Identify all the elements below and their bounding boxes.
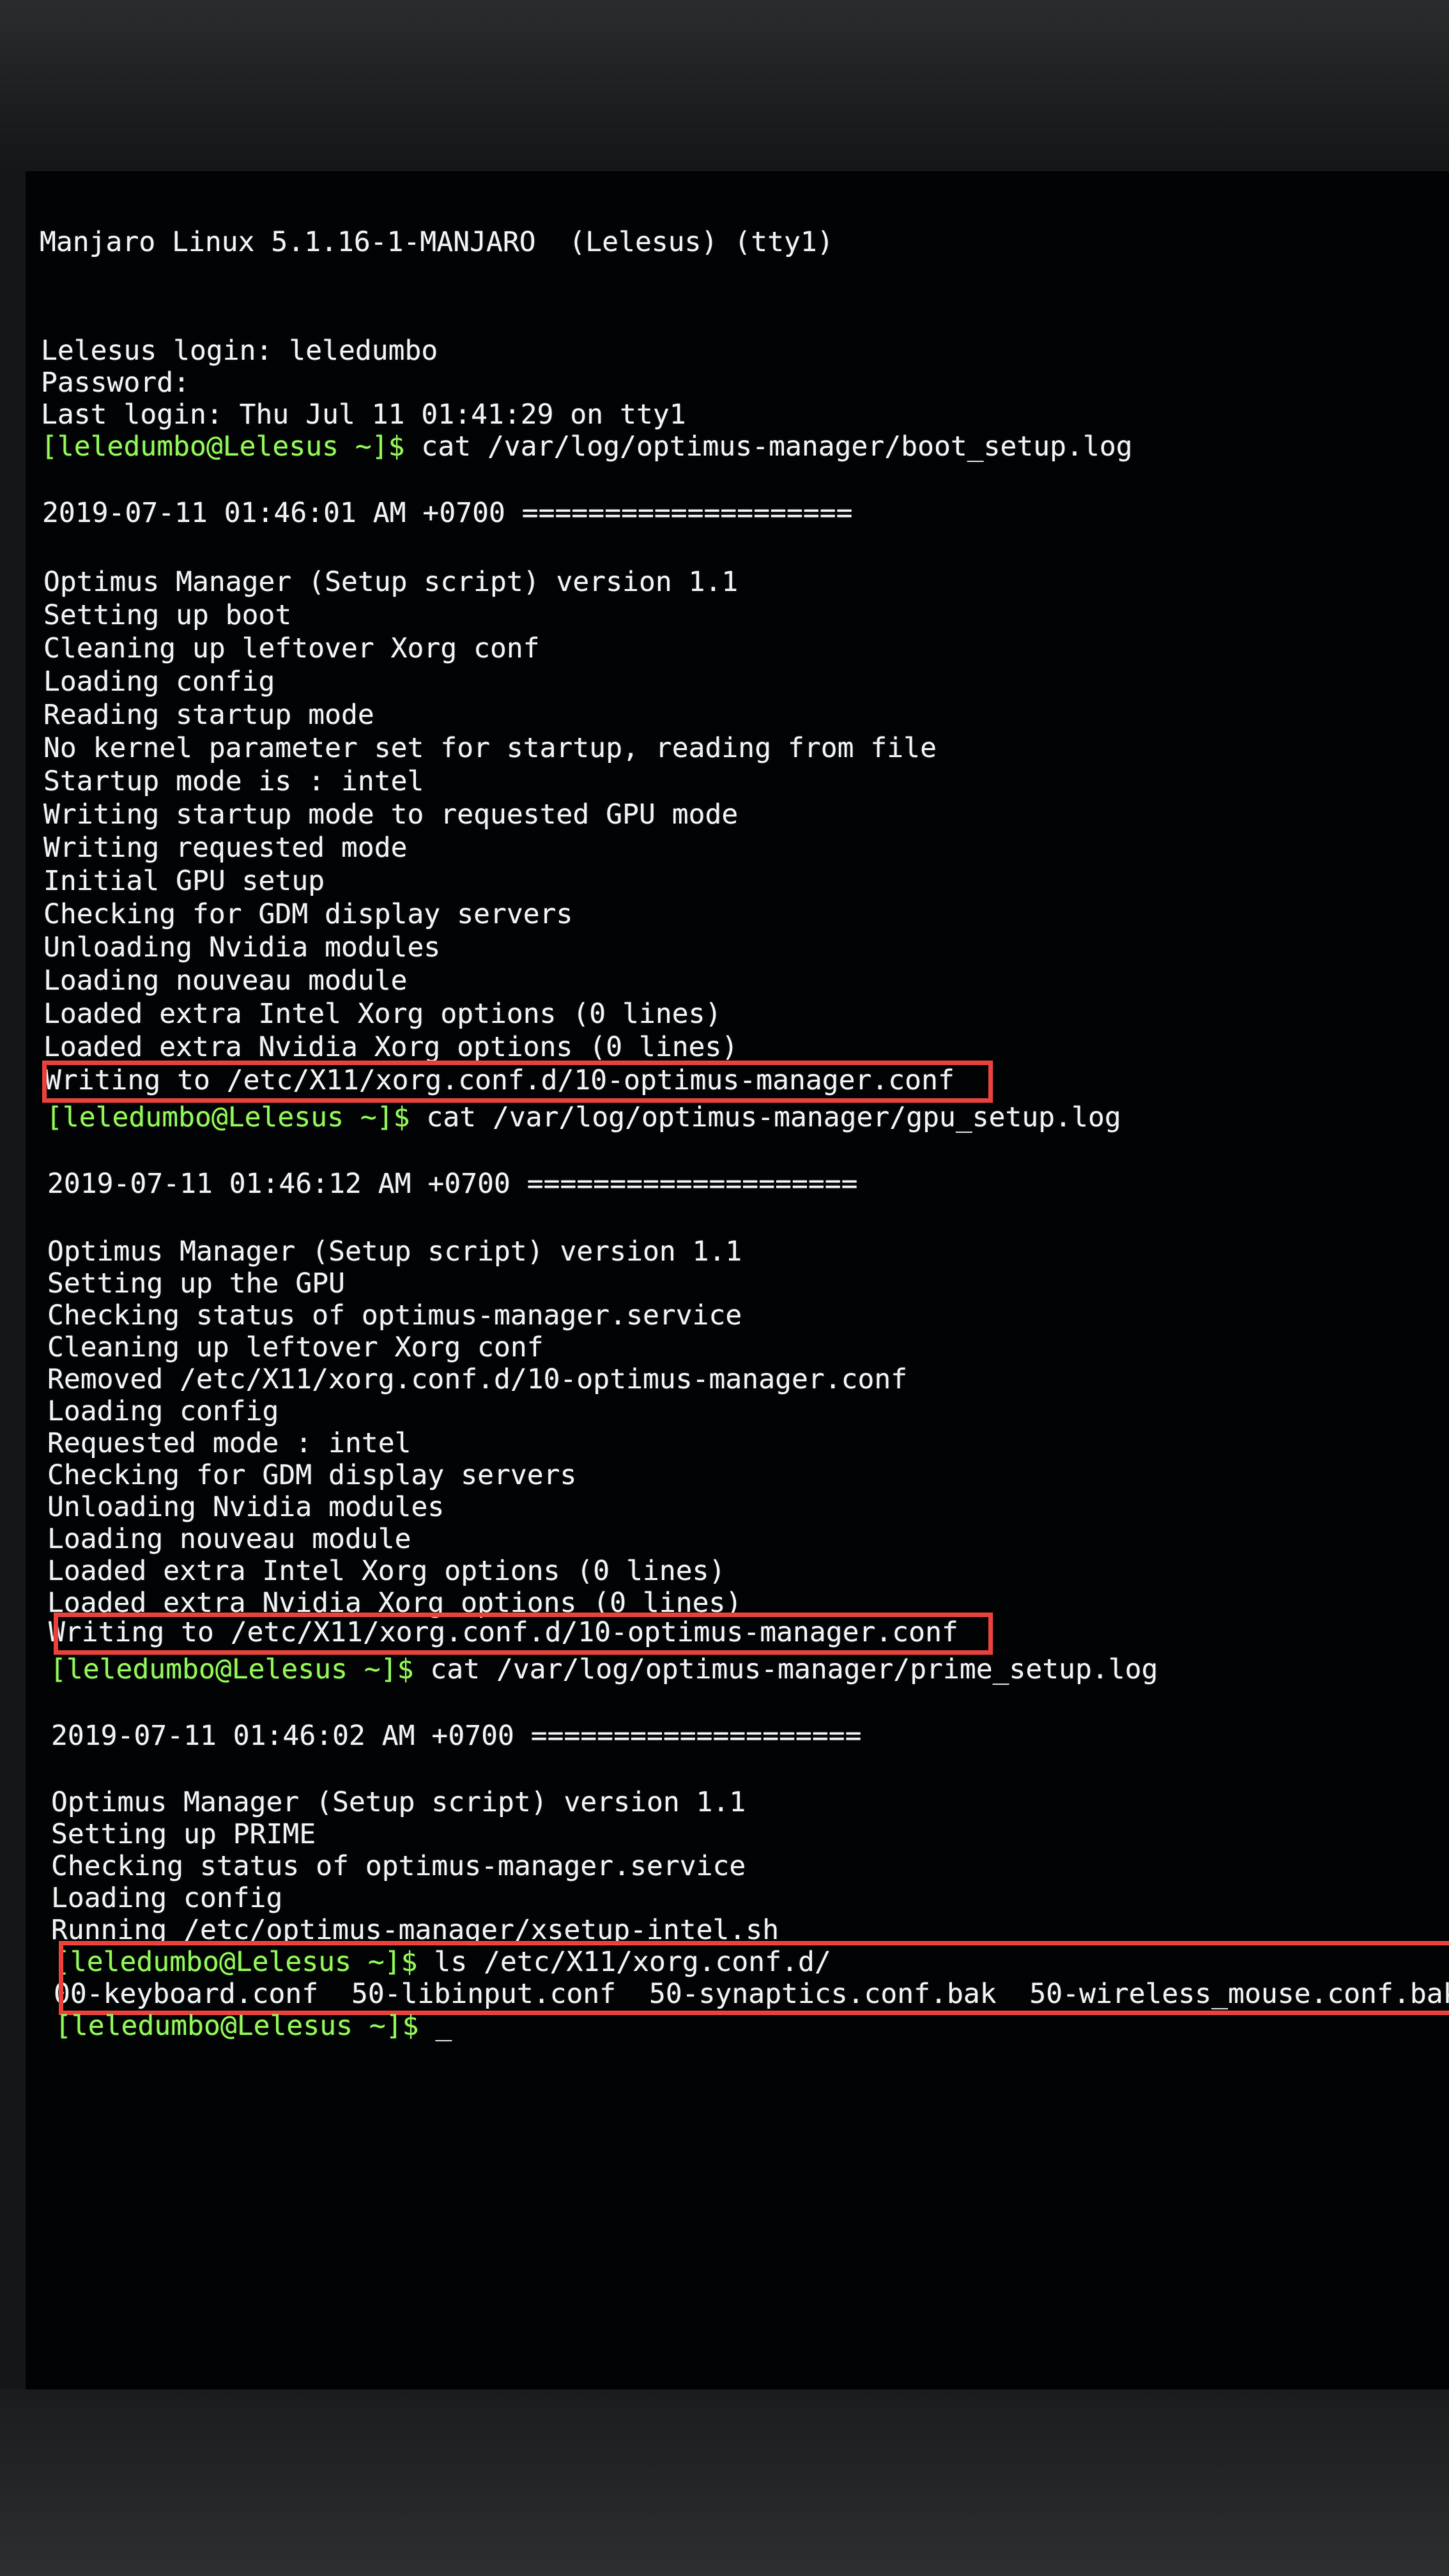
log-line: Checking for GDM display servers — [43, 898, 573, 930]
log-line: Cleaning up leftover Xorg conf — [43, 632, 540, 664]
log-line: Optimus Manager (Setup script) version 1… — [43, 566, 739, 598]
banner-line: Manjaro Linux 5.1.16-1-MANJARO (Lelesus)… — [40, 226, 834, 258]
command-line: [leledumbo@Lelesus ~]$ cat /var/log/opti… — [50, 1653, 1158, 1685]
command-text: cat /var/log/optimus-manager/gpu_setup.l… — [410, 1101, 1121, 1133]
log-line: Optimus Manager (Setup script) version 1… — [51, 1786, 746, 1818]
prompt-line[interactable]: [leledumbo@Lelesus ~]$ _ — [55, 2010, 452, 2042]
command-text: cat /var/log/optimus-manager/boot_setup.… — [404, 431, 1133, 463]
command-line: [leledumbo@Lelesus ~]$ cat /var/log/opti… — [41, 431, 1133, 463]
text-cursor: _ — [435, 2010, 452, 2042]
log-line: Setting up boot — [43, 599, 292, 631]
command-text: cat /var/log/optimus-manager/prime_setup… — [413, 1653, 1158, 1685]
log-line: Loaded extra Nvidia Xorg options (0 line… — [43, 1031, 739, 1063]
log-line: Initial GPU setup — [43, 865, 325, 897]
login-line: Lelesus login: leledumbo — [41, 335, 438, 367]
log-line: No kernel parameter set for startup, rea… — [43, 732, 937, 764]
shell-prompt: [leledumbo@Lelesus ~]$ — [50, 1653, 414, 1685]
log-header-line: 2019-07-11 01:46:12 AM +0700 ===========… — [47, 1168, 858, 1200]
log-line: Setting up the GPU — [47, 1268, 345, 1300]
log-line: Removed /etc/X11/xorg.conf.d/10-optimus-… — [47, 1363, 908, 1395]
monitor-bezel-left — [0, 172, 26, 2576]
highlight-box — [42, 1061, 993, 1103]
log-line: Setting up PRIME — [51, 1818, 316, 1850]
shell-prompt: [leledumbo@Lelesus ~]$ — [41, 431, 405, 463]
log-line: Loading config — [51, 1882, 283, 1914]
password-line: Password: — [41, 367, 190, 399]
highlight-box — [54, 1613, 993, 1655]
log-line: Loading config — [47, 1395, 279, 1427]
log-line: Loading config — [43, 666, 275, 698]
log-line: Writing startup mode to requested GPU mo… — [43, 799, 739, 831]
terminal-screen[interactable]: Manjaro Linux 5.1.16-1-MANJARO (Lelesus)… — [26, 171, 1449, 2389]
log-line: Unloading Nvidia modules — [47, 1491, 445, 1523]
monitor-bezel-bottom — [0, 2389, 1449, 2576]
shell-prompt: [leledumbo@Lelesus ~]$ — [46, 1101, 410, 1133]
log-line: Optimus Manager (Setup script) version 1… — [47, 1236, 742, 1268]
log-header-line: 2019-07-11 01:46:01 AM +0700 ===========… — [42, 497, 853, 529]
last-login-line: Last login: Thu Jul 11 01:41:29 on tty1 — [41, 399, 686, 431]
monitor-bezel-top — [0, 0, 1449, 172]
log-line: Cleaning up leftover Xorg conf — [47, 1331, 544, 1363]
log-line: Reading startup mode — [43, 699, 374, 731]
log-line: Checking for GDM display servers — [47, 1459, 577, 1491]
command-line: [leledumbo@Lelesus ~]$ cat /var/log/opti… — [46, 1101, 1121, 1133]
log-line: Writing requested mode — [43, 832, 408, 864]
log-line: Loading nouveau module — [47, 1523, 411, 1555]
log-line: Unloading Nvidia modules — [43, 931, 441, 963]
log-line: Checking status of optimus-manager.servi… — [51, 1850, 746, 1882]
log-line: Loading nouveau module — [43, 965, 408, 997]
log-header-line: 2019-07-11 01:46:02 AM +0700 ===========… — [51, 1720, 862, 1752]
log-line: Startup mode is : intel — [43, 765, 424, 797]
log-line: Loaded extra Intel Xorg options (0 lines… — [43, 998, 722, 1030]
highlight-box — [59, 1941, 1449, 2015]
log-line: Checking status of optimus-manager.servi… — [47, 1300, 742, 1331]
log-line: Requested mode : intel — [47, 1427, 411, 1459]
log-line: Loaded extra Intel Xorg options (0 lines… — [47, 1555, 726, 1587]
shell-prompt: [leledumbo@Lelesus ~]$ — [55, 2010, 419, 2042]
